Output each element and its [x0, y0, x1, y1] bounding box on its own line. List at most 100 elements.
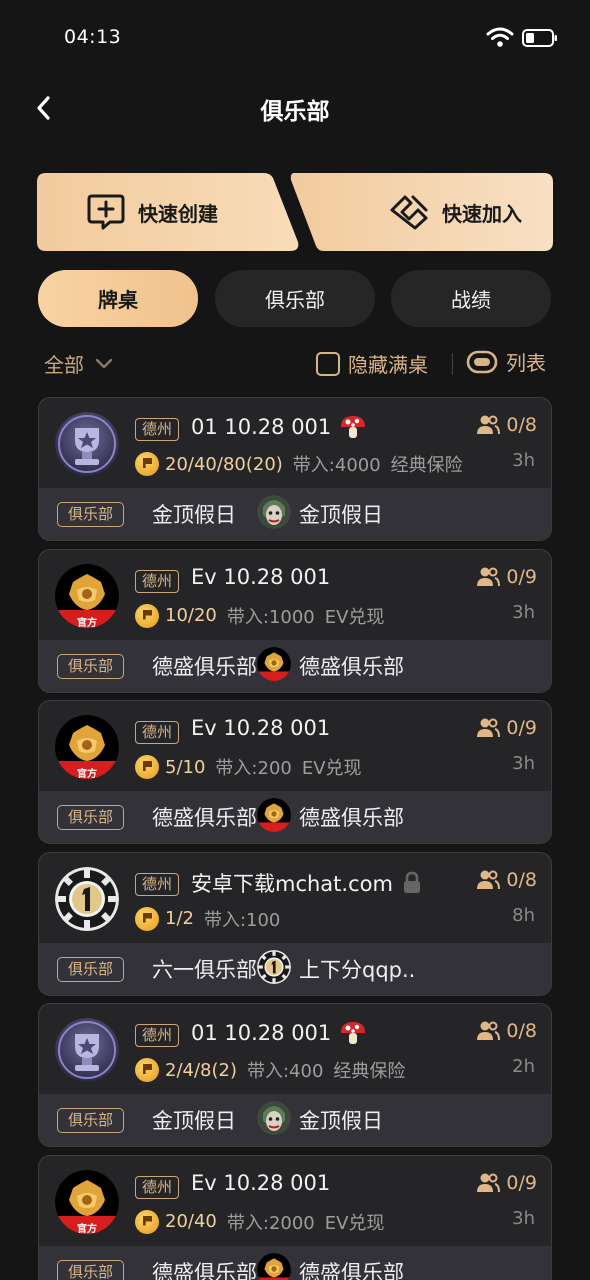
table-card-footer: 俱乐部 金顶假日 金顶假日	[39, 488, 551, 540]
table-name-row: 安卓下载mchat.com	[191, 868, 423, 898]
filter-all-dropdown[interactable]: 全部	[44, 349, 114, 378]
quick-actions: 快速创建 快速加入	[36, 172, 554, 252]
mushroom-icon	[341, 1022, 366, 1044]
region-badge: 德州	[135, 418, 180, 441]
blinds-row: 2/4/8(2) 带入:400 经典保险	[135, 1057, 405, 1083]
table-card[interactable]: 德州 Ev 10.28 001 5/10 带入:200 EV兑现 0/9 3h …	[38, 700, 552, 844]
table-name: 安卓下载mchat.com	[191, 871, 393, 896]
region-badge: 德州	[135, 872, 180, 896]
table-avatar	[55, 1018, 119, 1082]
table-card-footer: 俱乐部 金顶假日 金顶假日	[39, 1094, 551, 1146]
quick-create-button[interactable]: 快速创建	[36, 172, 300, 252]
club-name: 六一俱乐部	[152, 957, 257, 982]
table-name: Ev 10.28 001	[191, 1170, 331, 1195]
owner-avatar	[257, 646, 291, 681]
table-name: 01 10.28 001	[191, 1021, 332, 1045]
filter-row: 全部 隐藏满桌 列表	[44, 343, 552, 383]
official-badge: 官方	[77, 617, 97, 629]
seat-count-label: 0/9	[506, 1171, 537, 1194]
owner-name: 德盛俱乐部	[299, 1260, 404, 1280]
table-mode: EV兑现	[301, 758, 362, 779]
users-icon	[477, 415, 501, 435]
table-buyin: 带入:200	[215, 758, 292, 779]
tab-tables[interactable]: 牌桌	[38, 270, 198, 327]
seat-count: 0/9	[476, 566, 537, 588]
table-card-header: 德州 Ev 10.28 001 20/40 带入:2000 EV兑现 0/9 3…	[39, 1156, 551, 1246]
seat-count-label: 0/8	[506, 868, 537, 891]
blinds-row: 20/40/80(20) 带入:4000 经典保险	[135, 451, 463, 477]
table-time: 8h	[512, 904, 535, 926]
owner-avatar	[257, 1101, 291, 1135]
owner-avatar	[257, 949, 291, 984]
table-name-row: Ev 10.28 001	[191, 1171, 330, 1195]
filter-all-label: 全部	[44, 353, 84, 377]
table-card-header: 德州 01 10.28 001 20/40/80(20) 带入:4000 经典保…	[39, 398, 551, 488]
table-buyin: 带入:400	[246, 1061, 324, 1082]
table-time: 3h	[512, 1207, 535, 1229]
table-name-row: 01 10.28 001	[191, 1019, 367, 1047]
quick-create-label: 快速创建	[138, 201, 218, 226]
table-blinds: 20/40	[165, 1211, 217, 1232]
club-name: 金顶假日	[152, 1109, 236, 1133]
quick-join-button[interactable]: 快速加入	[290, 172, 554, 252]
table-time: 3h	[512, 450, 535, 471]
tab-records[interactable]: 战绩	[391, 270, 551, 327]
hide-full-label: 隐藏满桌	[348, 353, 428, 377]
owner-name: 上下分qqp..	[299, 957, 416, 982]
seat-count-label: 0/8	[506, 1020, 537, 1042]
club-name: 德盛俱乐部	[152, 1260, 257, 1280]
owner-name: 德盛俱乐部	[299, 806, 404, 830]
table-blinds: 5/10	[165, 756, 206, 778]
table-card-header: 德州 Ev 10.28 001 10/20 带入:1000 EV兑现 0/9 3…	[39, 550, 551, 640]
club-tag: 俱乐部	[57, 502, 125, 527]
list-view-toggle[interactable]: 列表	[466, 347, 546, 376]
seat-count: 0/8	[476, 869, 537, 891]
table-card[interactable]: 德州 安卓下载mchat.com 1/2 带入:100 0/8 8h 俱乐部 六…	[38, 851, 552, 996]
owner-name: 德盛俱乐部	[299, 654, 404, 679]
table-blinds: 20/40/80(20)	[165, 453, 283, 475]
table-mode: EV兑现	[324, 1212, 385, 1234]
blinds-row: 5/10 带入:200 EV兑现	[135, 754, 362, 780]
list-view-label: 列表	[506, 351, 546, 375]
region-badge: 德州	[135, 1024, 180, 1047]
table-card[interactable]: 德州 01 10.28 001 20/40/80(20) 带入:4000 经典保…	[38, 397, 552, 541]
owner-avatar	[257, 798, 291, 832]
seat-count-label: 0/8	[506, 414, 537, 436]
table-card-header: 德州 Ev 10.28 001 5/10 带入:200 EV兑现 0/9 3h …	[39, 701, 551, 791]
table-card[interactable]: 德州 Ev 10.28 001 20/40 带入:2000 EV兑现 0/9 3…	[38, 1154, 552, 1280]
table-card-header: 德州 安卓下载mchat.com 1/2 带入:100 0/8 8h	[39, 853, 551, 943]
header: 俱乐部	[0, 74, 590, 140]
table-mode: 经典保险	[333, 1061, 406, 1082]
tab-clubs[interactable]: 俱乐部	[215, 270, 375, 327]
mushroom-icon	[341, 416, 366, 438]
hide-full-checkbox[interactable]	[316, 351, 340, 376]
owner-avatar	[257, 1252, 291, 1280]
seat-count-label: 0/9	[506, 717, 537, 739]
table-card-footer: 俱乐部 德盛俱乐部 德盛俱乐部	[39, 639, 551, 692]
tab-bar: 牌桌 俱乐部 战绩	[38, 270, 552, 327]
table-card[interactable]: 德州 01 10.28 001 2/4/8(2) 带入:400 经典保险 0/8…	[38, 1003, 552, 1147]
table-time: 3h	[512, 601, 535, 623]
users-icon	[477, 567, 501, 586]
table-mode: EV兑现	[324, 606, 385, 628]
table-blinds: 1/2	[165, 908, 194, 929]
table-card[interactable]: 德州 Ev 10.28 001 10/20 带入:1000 EV兑现 0/9 3…	[38, 548, 552, 693]
seat-count: 0/9	[476, 717, 537, 739]
club-tag: 俱乐部	[57, 1108, 125, 1133]
table-name-row: Ev 10.28 001	[191, 716, 330, 740]
quick-join-label: 快速加入	[442, 201, 522, 226]
owner-name: 金顶假日	[299, 503, 383, 527]
filter-divider	[452, 353, 453, 375]
hide-full-toggle[interactable]: 隐藏满桌	[316, 349, 428, 378]
chevron-down-icon	[95, 358, 113, 368]
table-buyin: 带入:100	[203, 909, 281, 931]
wifi-icon	[486, 27, 514, 47]
plus-chat-icon	[87, 194, 125, 230]
region-badge: 德州	[135, 721, 180, 744]
table-name: Ev 10.28 001	[191, 716, 331, 740]
lock-icon	[403, 871, 420, 893]
users-icon	[477, 1021, 501, 1041]
table-blinds: 2/4/8(2)	[165, 1059, 237, 1081]
table-buyin: 带入:1000	[226, 606, 315, 628]
status-bar: 04:13	[0, 0, 590, 74]
